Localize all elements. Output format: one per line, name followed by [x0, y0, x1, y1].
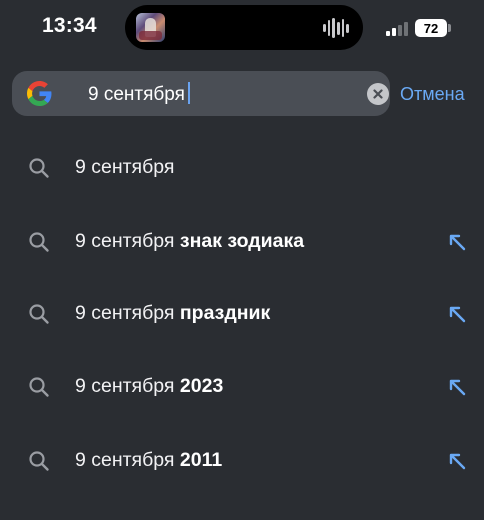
- search-field[interactable]: 9 сентября: [12, 71, 390, 116]
- suggestion-label: 9 сентября знак зодиака: [75, 230, 304, 253]
- clear-search-button[interactable]: [367, 83, 389, 105]
- google-logo-icon: [27, 81, 52, 106]
- suggestion-label: 9 сентября 2023: [75, 375, 223, 398]
- suggestion-item[interactable]: 9 сентября знак зодиака: [0, 206, 484, 279]
- status-time: 13:34: [42, 14, 97, 37]
- suggestion-completion-text: знак зодиака: [179, 230, 305, 252]
- suggestion-query-text: 9 сентября: [75, 449, 175, 471]
- fill-query-arrow-icon[interactable]: [446, 231, 468, 253]
- search-icon: [29, 304, 49, 324]
- battery-tip: [448, 24, 451, 32]
- suggestion-item[interactable]: 9 сентября 2023: [0, 351, 484, 424]
- dynamic-island[interactable]: [125, 5, 363, 50]
- search-input[interactable]: 9 сентября: [88, 82, 190, 106]
- suggestion-item[interactable]: 9 сентября 2011: [0, 425, 484, 498]
- text-caret: [187, 82, 190, 104]
- suggestion-query-text: 9 сентября: [75, 156, 175, 178]
- cellular-signal-icon: [386, 21, 408, 36]
- suggestion-query-text: 9 сентября: [75, 375, 175, 397]
- suggestion-completion-text: праздник: [179, 302, 271, 324]
- battery-icon: 72: [415, 19, 447, 37]
- audio-waveform-icon: [323, 17, 349, 39]
- now-playing-artwork: [136, 13, 165, 42]
- suggestion-label: 9 сентября праздник: [75, 302, 270, 325]
- suggestion-query-text: 9 сентября: [75, 230, 175, 252]
- search-icon: [29, 377, 49, 397]
- status-bar: 13:34 72: [0, 0, 484, 56]
- suggestion-completion-text: 2011: [179, 449, 223, 471]
- search-icon: [29, 158, 49, 178]
- clear-x-icon: [373, 89, 383, 99]
- cancel-button[interactable]: Отмена: [400, 84, 465, 105]
- fill-query-arrow-icon[interactable]: [446, 303, 468, 325]
- suggestion-item[interactable]: 9 сентября: [0, 132, 484, 205]
- suggestion-label: 9 сентября: [75, 156, 174, 179]
- search-query: 9 сентября: [88, 84, 185, 105]
- fill-query-arrow-icon[interactable]: [446, 450, 468, 472]
- suggestion-query-text: 9 сентября: [75, 302, 175, 324]
- fill-query-arrow-icon[interactable]: [446, 376, 468, 398]
- battery-level: 72: [423, 20, 439, 36]
- screen: 13:34 72 9 сентября Отмена 9 сентября 9 …: [0, 0, 484, 520]
- search-icon: [29, 232, 49, 252]
- suggestion-item[interactable]: 9 сентября праздник: [0, 278, 484, 351]
- search-icon: [29, 451, 49, 471]
- suggestion-completion-text: 2023: [179, 375, 224, 397]
- suggestion-label: 9 сентября 2011: [75, 449, 222, 472]
